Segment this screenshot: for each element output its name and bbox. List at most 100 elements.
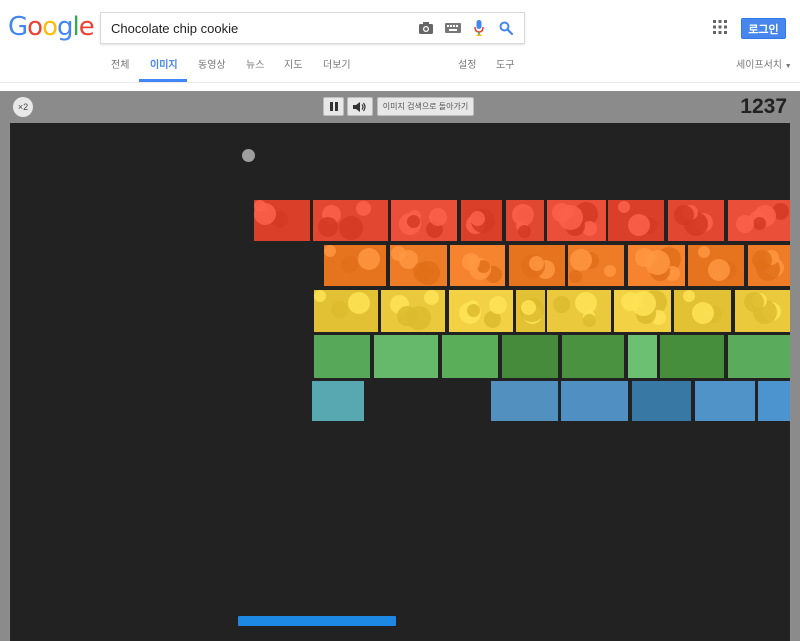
google-logo[interactable]: Google — [8, 12, 95, 42]
brick[interactable] — [509, 245, 565, 286]
brick[interactable] — [660, 335, 724, 378]
back-to-image-search-button[interactable]: 이미지 검색으로 돌아가기 — [377, 97, 474, 116]
brick[interactable] — [449, 290, 513, 332]
search-icon[interactable] — [497, 19, 515, 37]
logo-letter: g — [57, 12, 73, 42]
pause-button[interactable] — [323, 97, 344, 116]
brick[interactable] — [381, 290, 445, 332]
safesearch-menu[interactable]: 세이프서치 ▼ — [736, 57, 792, 82]
cookie-photo-blob — [429, 208, 447, 226]
cookie-photo-blob — [692, 302, 714, 324]
cookie-photo-blob — [341, 256, 358, 273]
sound-button[interactable] — [347, 97, 373, 116]
brick[interactable] — [735, 290, 790, 332]
brick[interactable] — [628, 245, 685, 286]
breakout-board[interactable] — [10, 123, 790, 641]
brick[interactable] — [688, 245, 744, 286]
cookie-photo-blob — [489, 296, 507, 314]
login-button[interactable]: 로그인 — [741, 18, 786, 39]
brick[interactable] — [491, 381, 558, 421]
brick[interactable] — [506, 200, 544, 241]
tools-link[interactable]: 도구 — [496, 57, 514, 82]
brick[interactable] — [390, 245, 447, 286]
cookie-photo-blob — [467, 304, 480, 317]
search-nav: 전체 이미지 동영상 뉴스 지도 더보기 설정 도구 세이프서치 ▼ — [0, 57, 800, 83]
game-frame — [0, 123, 800, 641]
speaker-icon — [353, 101, 366, 112]
logo-letter: o — [27, 12, 43, 42]
brick[interactable] — [442, 335, 498, 378]
tab-more[interactable]: 더보기 — [323, 57, 351, 82]
brick[interactable] — [314, 290, 378, 332]
tab-news[interactable]: 뉴스 — [246, 57, 264, 82]
logo-letter: e — [78, 12, 95, 42]
brick[interactable] — [450, 245, 505, 286]
brick[interactable] — [674, 290, 731, 332]
speed-toggle-button[interactable]: ×2 — [13, 97, 33, 117]
cookie-photo-blob — [570, 249, 592, 271]
brick[interactable] — [728, 200, 790, 241]
cookie-photo-blob — [518, 225, 531, 238]
ball — [242, 149, 255, 162]
brick[interactable] — [614, 290, 671, 332]
cookie-photo-blob — [753, 217, 766, 230]
cookie-photo-blob — [407, 215, 420, 228]
tab-maps[interactable]: 지도 — [284, 57, 302, 82]
tab-all[interactable]: 전체 — [111, 57, 129, 82]
cookie-photo-blob — [575, 292, 597, 314]
brick[interactable] — [568, 245, 624, 286]
cookie-photo-blob — [521, 300, 536, 315]
brick[interactable] — [561, 381, 628, 421]
cookie-photo-blob — [752, 250, 772, 270]
brick[interactable] — [312, 381, 364, 421]
brick[interactable] — [695, 381, 755, 421]
google-header: Google 로그인 — [0, 0, 800, 57]
brick[interactable] — [547, 290, 611, 332]
cookie-photo-blob — [529, 256, 544, 271]
brick[interactable] — [632, 381, 691, 421]
brick[interactable] — [547, 200, 606, 241]
camera-icon[interactable] — [417, 19, 435, 37]
cookie-photo-blob — [318, 217, 338, 237]
brick[interactable] — [516, 290, 545, 332]
brick[interactable] — [324, 245, 386, 286]
brick[interactable] — [374, 335, 438, 378]
brick[interactable] — [668, 200, 724, 241]
pause-icon — [329, 102, 338, 111]
brick[interactable] — [314, 335, 370, 378]
cookie-photo-blob — [413, 262, 433, 282]
cookie-photo-blob — [569, 270, 582, 283]
cookie-photo-blob — [604, 265, 616, 277]
microphone-icon[interactable] — [470, 19, 488, 37]
keyboard-icon[interactable] — [444, 19, 462, 37]
search-box — [100, 12, 525, 44]
cookie-photo-blob — [683, 290, 695, 302]
search-input[interactable] — [101, 13, 411, 43]
brick[interactable] — [562, 335, 624, 378]
brick[interactable] — [502, 335, 558, 378]
brick[interactable] — [628, 335, 657, 378]
safesearch-label: 세이프서치 — [736, 60, 782, 71]
cookie-photo-blob — [553, 296, 570, 313]
cookie-photo-blob — [698, 246, 710, 258]
score-display: 1237 — [740, 95, 787, 118]
brick[interactable] — [313, 200, 388, 241]
brick[interactable] — [461, 200, 502, 241]
brick[interactable] — [254, 200, 310, 241]
brick[interactable] — [728, 335, 790, 378]
brick[interactable] — [608, 200, 664, 241]
cookie-photo-blob — [470, 211, 485, 226]
game-toolbar: ×2 이미지 검색으로 돌아가기 1237 — [0, 91, 800, 123]
cookie-photo-blob — [397, 306, 417, 326]
brick[interactable] — [748, 245, 790, 286]
cookie-photo-blob — [744, 292, 764, 312]
apps-grid-icon[interactable] — [713, 20, 729, 36]
settings-link[interactable]: 설정 — [458, 57, 476, 82]
brick[interactable] — [391, 200, 457, 241]
cookie-photo-blob — [391, 246, 406, 261]
paddle[interactable] — [238, 616, 396, 626]
brick[interactable] — [758, 381, 790, 421]
cookie-photo-blob — [708, 259, 730, 281]
tab-videos[interactable]: 동영상 — [198, 57, 226, 82]
cookie-photo-blob — [583, 314, 596, 327]
